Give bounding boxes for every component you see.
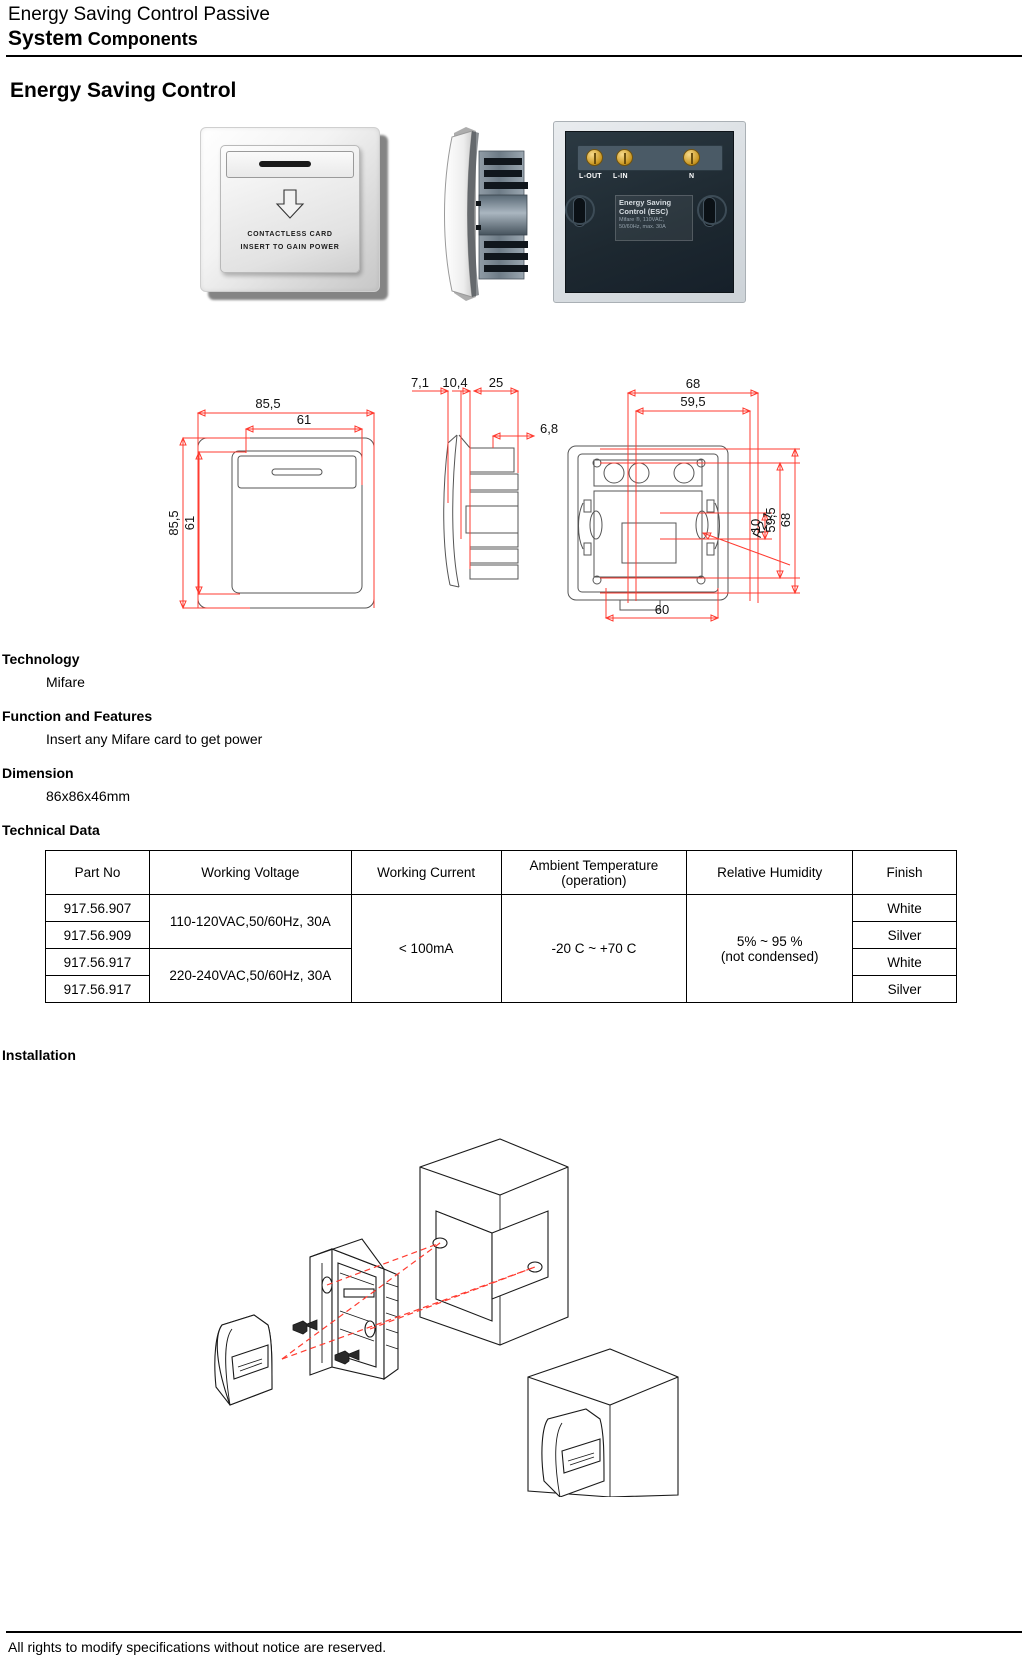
- cell-voltage-group-1: 110-120VAC,50/60Hz, 30A: [148, 894, 352, 949]
- datasheet-page: Energy Saving Control Passive System Com…: [0, 0, 1028, 1663]
- terminal-label-l-in: L-IN: [613, 173, 628, 180]
- terminal-screw-l-out: [586, 149, 603, 166]
- cell-finish-2: Silver: [852, 921, 957, 949]
- rear-label-spec: Mifare ®, 110VAC, 50/60Hz, max. 30A: [619, 217, 693, 231]
- section-body-dimension: 86x86x46mm: [46, 788, 131, 804]
- front-view-text-line2: INSERT TO GAIN POWER: [240, 244, 340, 251]
- table-header-row: Part No Working Voltage Working Current …: [45, 850, 957, 895]
- dim-rear-width-inner: 59,5: [680, 394, 705, 409]
- cell-working-current: < 100mA: [350, 894, 502, 1003]
- cell-relative-humidity-line1: 5% ~ 95 %: [736, 933, 803, 949]
- dim-front-height-outer: 85,5: [166, 510, 181, 535]
- cell-relative-humidity-line2: (not condensed): [720, 948, 819, 964]
- cell-part-no-2: 917.56.909: [45, 921, 150, 949]
- mounting-ring-left: [565, 195, 595, 225]
- terminal-label-l-out: L-OUT: [579, 173, 602, 180]
- column-header-current: Working Current: [350, 850, 502, 895]
- section-heading-installation: Installation: [2, 1047, 76, 1063]
- column-header-part-no: Part No: [45, 850, 150, 895]
- dimension-drawings: .dl { stroke:#ff3b30; stroke-width:1; fi…: [0, 373, 1028, 633]
- page-header: Energy Saving Control Passive System Com…: [0, 0, 1028, 52]
- header-title: System Components: [8, 26, 1020, 52]
- column-header-finish: Finish: [852, 850, 957, 895]
- cell-finish-4: Silver: [852, 975, 957, 1003]
- dim-rear-width-outer: 68: [686, 376, 700, 391]
- dim-side-d3: 25: [489, 375, 503, 390]
- faceplate: [214, 1314, 273, 1406]
- dim-front-width-inner: 61: [297, 412, 311, 427]
- rear-label-title-line2: Control (ESC): [619, 207, 669, 216]
- product-image-row: CONTACTLESS CARD INSERT TO GAIN POWER L-…: [0, 117, 1028, 367]
- column-header-ambient-line2: (operation): [561, 872, 627, 888]
- section-body-technology: Mifare: [46, 674, 85, 690]
- terminal-label-n: N: [689, 173, 695, 180]
- table-head: Part No Working Voltage Working Current …: [45, 850, 957, 895]
- dim-rear-height-outer: 68: [778, 513, 793, 527]
- dim-front-height-inner: 61: [182, 516, 197, 530]
- down-arrow-icon: [274, 189, 306, 219]
- mounting-ring-right: [697, 195, 727, 225]
- cell-part-no-3: 917.56.917: [45, 948, 150, 976]
- terminal-screw-l-in: [616, 149, 633, 166]
- cell-voltage-group-2: 220-240VAC,50/60Hz, 30A: [148, 948, 352, 1003]
- rear-label-spec-line2: 50/60Hz, max. 30A: [619, 224, 666, 230]
- header-divider: [6, 55, 1022, 57]
- cell-ambient-temperature: -20 C ~ +70 C: [500, 894, 688, 1003]
- assembled-unit: [527, 1348, 679, 1497]
- front-view-text-line1: CONTACTLESS CARD: [247, 231, 333, 238]
- side-dimension-view: 7,1 10,4 25 6,8: [411, 375, 558, 588]
- section-heading-technical-data: Technical Data: [2, 822, 100, 838]
- footer-text: All rights to modify specifications with…: [8, 1639, 387, 1655]
- section-heading-technology: Technology: [2, 651, 80, 667]
- product-front-view: CONTACTLESS CARD INSERT TO GAIN POWER: [200, 127, 388, 300]
- rear-dimension-view: 68 59,5 10 59,5 68 R2,1 60: [567, 376, 800, 622]
- table-row: 917.56.907 110-120VAC,50/60Hz, 30A < 100…: [45, 894, 957, 1003]
- section-heading-function-features: Function and Features: [2, 708, 153, 724]
- technical-data-table: Part No Working Voltage Working Current …: [45, 850, 957, 1003]
- card-slot-bar: [259, 161, 311, 167]
- installation-diagram: .il { stroke:#1a1a1a; stroke-width:1.1; …: [0, 1067, 1028, 1497]
- header-title-bold: System: [8, 27, 83, 50]
- spec-sections: Technology Mifare Function and Features …: [2, 651, 1028, 838]
- rear-label-spec-line1: Mifare ®, 110VAC,: [619, 217, 665, 223]
- table-body: 917.56.907 110-120VAC,50/60Hz, 30A < 100…: [45, 894, 957, 1003]
- column-header-relative-humidity: Relative Humidity: [686, 850, 854, 895]
- front-dimension-view: 85,5 61 85,5 61: [166, 396, 376, 610]
- cell-relative-humidity: 5% ~ 95 % (not condensed): [686, 894, 854, 1003]
- technical-data-table-wrapper: Part No Working Voltage Working Current …: [45, 850, 1028, 1003]
- dim-side-d4: 6,8: [540, 421, 558, 436]
- dim-front-width-outer: 85,5: [255, 396, 280, 411]
- section-body-function-features: Insert any Mifare card to get power: [46, 731, 263, 747]
- header-subtitle: Energy Saving Control Passive: [8, 4, 270, 25]
- product-rear-view: L-OUT L-IN N Energy Saving Control (ESC)…: [553, 121, 749, 307]
- cell-finish-3: White: [852, 948, 957, 976]
- dim-side-d2: 10,4: [442, 375, 467, 390]
- section-heading-dimension: Dimension: [2, 765, 74, 781]
- dim-rear-bottom: 60: [655, 602, 669, 617]
- rear-label-title-line1: Energy Saving: [619, 198, 672, 207]
- wall-box: [419, 1138, 569, 1346]
- dim-side-d1: 7,1: [411, 375, 429, 390]
- cell-finish-1: White: [852, 894, 957, 922]
- cell-part-no-4: 917.56.917: [45, 975, 150, 1003]
- page-footer: All rights to modify specifications with…: [0, 1631, 1028, 1663]
- column-header-ambient-temperature: Ambient Temperature (operation): [500, 850, 688, 895]
- product-side-view: [432, 125, 542, 305]
- header-title-rest: Components: [82, 29, 198, 49]
- column-header-voltage: Working Voltage: [148, 850, 352, 895]
- cell-part-no-1: 917.56.907: [45, 894, 150, 922]
- rear-label-title: Energy Saving Control (ESC): [619, 198, 693, 216]
- page-title: Energy Saving Control: [10, 79, 237, 102]
- column-header-ambient-line1: Ambient Temperature: [529, 857, 659, 873]
- terminal-screw-n: [683, 149, 700, 166]
